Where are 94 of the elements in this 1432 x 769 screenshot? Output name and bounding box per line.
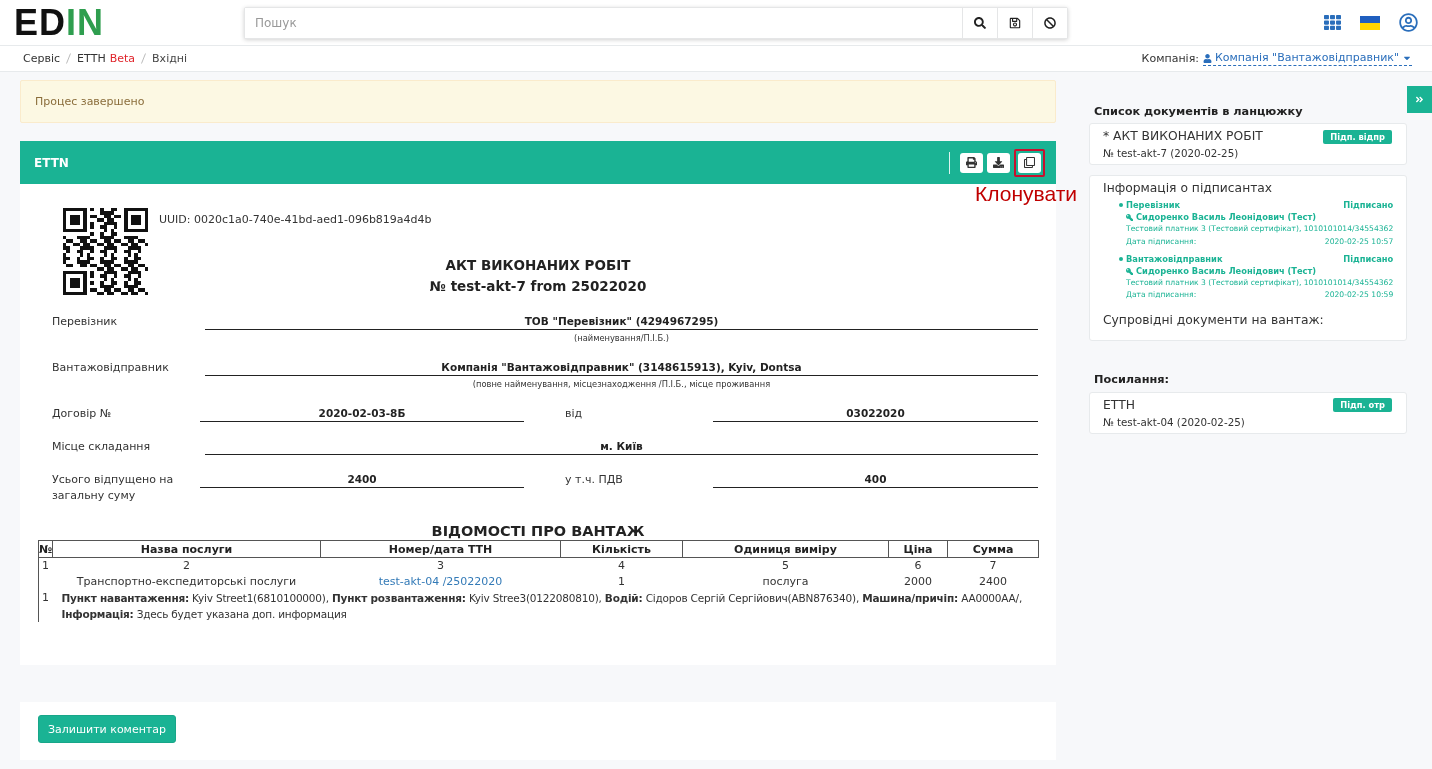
table-cell: 6 <box>888 557 948 574</box>
field-label: Вантажовідправник <box>51 360 170 376</box>
signer-role: Перевізник <box>1126 199 1181 212</box>
apps-button[interactable] <box>1324 14 1341 31</box>
table-cell-text: 1 <box>617 574 626 590</box>
table-cell: 3 <box>320 557 561 574</box>
field-label: у т.ч. ПДВ <box>564 472 624 488</box>
download-icon <box>993 157 1004 168</box>
field-value: 03022020 <box>713 406 1038 422</box>
table-cell-text: 2000 <box>903 574 933 590</box>
flag-icon[interactable] <box>1360 15 1380 30</box>
key-icon <box>1126 213 1133 221</box>
search-bar[interactable]: Пошук <box>244 6 1068 39</box>
clear-button[interactable] <box>1032 7 1067 38</box>
uuid-text: UUID: 0020c1a0-740e-41bd-aed1-096b819a4d4b <box>159 213 432 226</box>
document-card-title: * АКТ ВИКОНАНИХ РОБІТ <box>1103 128 1263 145</box>
breadcrumb-link[interactable]: ЕТТН <box>77 52 106 65</box>
search-icon <box>974 16 986 29</box>
status-badge: Підп. отр <box>1333 398 1392 413</box>
key-icon <box>1126 267 1133 275</box>
field-value: 400 <box>713 472 1038 488</box>
column-header: Номер/дата ТТН <box>320 540 561 558</box>
field-caption: (повне найменування, місцезнаходження /П.І.Б., місце проживання <box>472 379 771 389</box>
field-value: 2400 <box>200 472 524 488</box>
signer-role: Вантажовідправник <box>1126 252 1223 265</box>
document-card-number: № test-akt-04 (2020-02-25) <box>1103 414 1245 429</box>
column-header: Кількість <box>560 540 683 558</box>
copy-icon <box>1024 157 1035 168</box>
signer-name: Сидоренко Василь Леонідович (Тест) <box>1136 211 1317 224</box>
table-cell: 5 <box>682 557 889 574</box>
bullet-icon <box>1119 203 1123 207</box>
document-title: АКТ ВИКОНАНИХ РОБІТ <box>445 256 631 275</box>
profile-button[interactable] <box>1399 13 1418 32</box>
section-heading: Список документів в ланцюжку <box>1094 104 1303 120</box>
field-value: 2020-02-03-8Б <box>200 406 524 422</box>
bullet-icon <box>1119 256 1123 261</box>
section-title: ВІДОМОСТІ ПРО ВАНТАЖ <box>431 523 645 539</box>
document-card-title: ЕТТН <box>1103 396 1136 414</box>
card-heading: Інформація о підписантах <box>1103 180 1273 197</box>
double-chevron-icon <box>1415 95 1424 104</box>
field-value: м. Київ <box>205 439 1038 455</box>
search-field[interactable]: Пошук <box>245 7 962 38</box>
beta-tag: Beta <box>109 52 136 65</box>
table-cell: 1 <box>38 590 53 622</box>
save-button[interactable] <box>997 7 1032 38</box>
document-number: № test-akt-7 from 25022020 <box>429 277 647 296</box>
cargo-details: Пункт навантаження: Kyiv Street1(6810100000), Пункт розвантаження: Kyiv Stree3(0122080810), Водій: Сідоров Сергій Сергійович(ABN876340), Машина/причіп: AA0000AA/, Інформація: Здесь будет указана доп. информация <box>60 591 1024 622</box>
document-card[interactable]: * АКТ ВИКОНАНИХ РОБІТ Підп. відпр № test-akt-7 (2020-02-25) <box>1089 123 1407 165</box>
ttn-link[interactable]: test-akt-04 /25022020 <box>378 575 503 588</box>
document-card-number: № test-akt-7 (2020-02-25) <box>1103 146 1239 160</box>
column-header: № <box>38 540 53 558</box>
ban-icon <box>1044 16 1056 29</box>
column-header: Сумма <box>947 540 1039 558</box>
slash-icon <box>141 53 147 64</box>
status-badge: Підп. відпр <box>1323 129 1392 144</box>
column-header: Назва послуги <box>52 540 321 558</box>
table-cell-text: послуга <box>761 574 810 590</box>
signer-status: Підписано <box>1343 199 1394 212</box>
print-button[interactable] <box>960 152 983 173</box>
field-value: ТОВ "Перевізник" (4294967295) <box>205 314 1038 330</box>
field-label: Договір № <box>51 406 113 422</box>
breadcrumb-link[interactable]: Сервіс <box>23 52 61 65</box>
panel-title: ETTN <box>34 155 69 170</box>
table-cell: 4 <box>560 557 683 574</box>
table-cell: 2 <box>52 557 321 574</box>
section-heading: Посилання: <box>1094 371 1170 388</box>
table-cell: 1 <box>38 557 53 574</box>
column-header: Ціна <box>888 540 948 558</box>
field-value: Компанія "Вантажовідправник" (3148615913), Kyiv, Dontsa <box>205 360 1038 376</box>
user-icon <box>1202 53 1212 63</box>
table-cell: 7 <box>947 557 1039 574</box>
slash-icon <box>66 53 72 64</box>
callout-label: Клонувати <box>975 181 1077 207</box>
search-button[interactable] <box>962 7 997 38</box>
breadcrumb-current[interactable]: Вхідні <box>152 52 188 65</box>
field-label: Місце складання <box>51 439 152 455</box>
field-caption: (найменування/П.І.Б.) <box>574 333 669 343</box>
company-label: Компанія: <box>1141 52 1199 65</box>
field-label: від <box>564 406 584 422</box>
download-button[interactable] <box>987 152 1010 173</box>
alert-message: Процес завершено <box>20 80 1056 123</box>
document-card[interactable]: ЕТТН Підп. отр № test-akt-04 (2020-02-25) <box>1089 391 1407 434</box>
printer-icon <box>966 157 977 168</box>
field-label: Перевізник <box>51 314 119 330</box>
table-cell-text: Транспортно-експедиторські послуги <box>75 574 298 590</box>
company-selector[interactable]: Компанія "Вантажовідправник" <box>1202 51 1412 66</box>
grid-icon <box>1324 14 1341 31</box>
field-label: Усього відпущено на загальну суму <box>51 472 175 504</box>
logo[interactable]: EDIN <box>14 4 104 41</box>
card-heading: Супровідні документи на вантаж: <box>1103 311 1324 329</box>
column-header: Одиниця виміру <box>682 540 889 558</box>
signer-name: Сидоренко Василь Леонідович (Тест) <box>1136 265 1317 278</box>
table-cell-text: 2400 <box>978 574 1008 590</box>
signer-status: Підписано <box>1343 252 1394 265</box>
